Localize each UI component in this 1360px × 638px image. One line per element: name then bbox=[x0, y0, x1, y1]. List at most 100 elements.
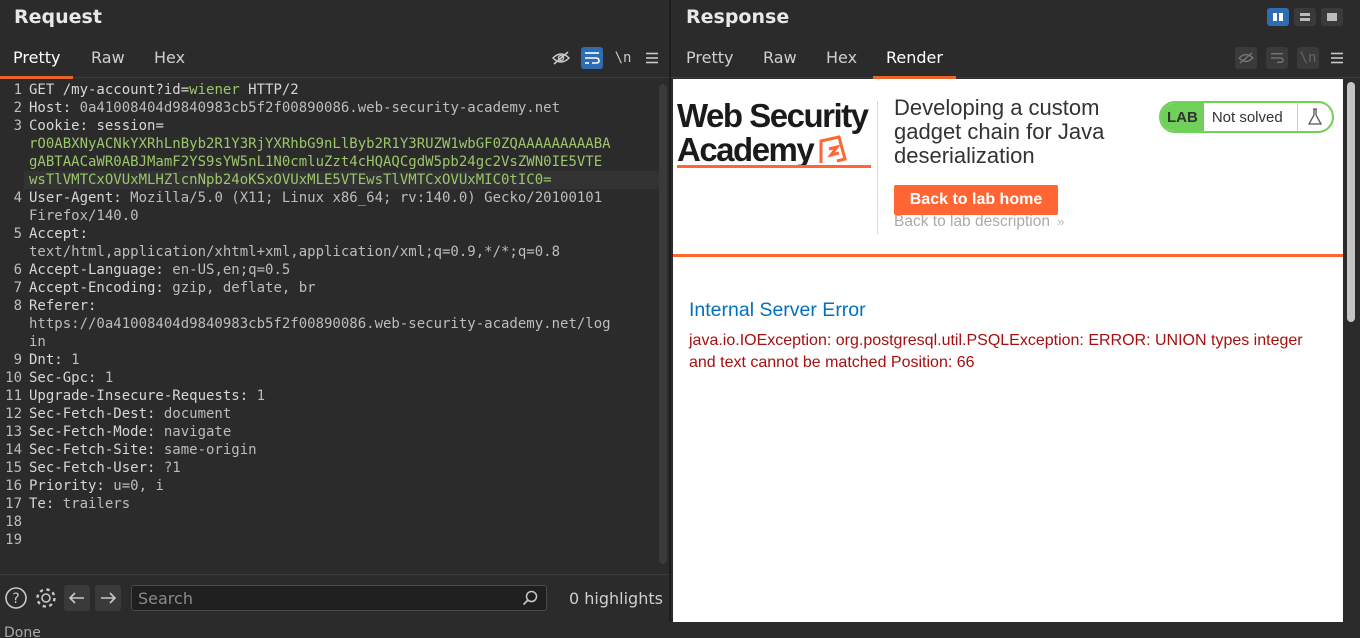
web-security-academy-logo[interactable]: Web Security Academy bbox=[677, 97, 871, 168]
single-view-icon[interactable] bbox=[1321, 8, 1343, 26]
code-token: 1 bbox=[256, 388, 266, 404]
code-line[interactable]: Host: 0a41008404d9840983cb5f2f00890086.w… bbox=[29, 99, 560, 117]
tab-render[interactable]: Render bbox=[873, 40, 956, 79]
search-input[interactable] bbox=[131, 585, 547, 611]
code-line[interactable]: text/html,application/xhtml+xml,applicat… bbox=[29, 243, 560, 261]
previous-arrow-icon[interactable] bbox=[64, 585, 90, 611]
code-token: = bbox=[180, 82, 190, 98]
code-token: Accept-Language: bbox=[29, 262, 173, 278]
code-line[interactable]: Upgrade-Insecure-Requests: 1 bbox=[29, 387, 265, 405]
wrap-lines-icon[interactable] bbox=[581, 47, 603, 69]
code-line[interactable]: Accept-Language: en-US,en;q=0.5 bbox=[29, 261, 290, 279]
code-token: Accept-Encoding: bbox=[29, 280, 173, 296]
line-number: 3 bbox=[13, 118, 22, 134]
hide-nonprintable-icon[interactable] bbox=[550, 47, 572, 69]
hide-nonprintable-icon[interactable] bbox=[1235, 47, 1257, 69]
code-line[interactable]: https://0a41008404d9840983cb5f2f00890086… bbox=[29, 315, 611, 333]
code-line[interactable]: Cookie: session= bbox=[29, 117, 164, 135]
wrap-lines-icon[interactable] bbox=[1266, 47, 1288, 69]
code-line[interactable]: Accept: bbox=[29, 225, 88, 243]
line-number: 1 bbox=[13, 82, 22, 98]
line-number: 19 bbox=[5, 532, 22, 548]
code-token: navigate bbox=[163, 424, 232, 440]
tab-pretty[interactable]: Pretty bbox=[0, 40, 74, 79]
logo-line-2: Academy bbox=[677, 131, 815, 168]
code-line[interactable]: Priority: u=0, i bbox=[29, 477, 164, 495]
code-line[interactable]: Referer: bbox=[29, 297, 96, 315]
tab-raw[interactable]: Raw bbox=[750, 40, 810, 78]
code-token: Accept: bbox=[29, 226, 89, 242]
academy-lightning-icon bbox=[819, 135, 848, 163]
code-line[interactable]: Firefox/140.0 bbox=[29, 207, 139, 225]
back-to-lab-home-button[interactable]: Back to lab home bbox=[894, 185, 1058, 215]
split-vertical-view-icon[interactable] bbox=[1294, 8, 1316, 26]
code-token: 0a41008404d9840983cb5f2f00890086.web-sec… bbox=[79, 100, 561, 116]
help-icon[interactable]: ? bbox=[3, 585, 29, 611]
tab-pretty[interactable]: Pretty bbox=[673, 40, 746, 78]
tab-hex[interactable]: Hex bbox=[141, 40, 198, 78]
rendered-response: Web Security Academy Developing a custom… bbox=[673, 79, 1343, 622]
code-line[interactable]: gABTAACaWR0ABJMamF2YS9sYW5nL1N0cmluZzt4c… bbox=[29, 153, 602, 171]
code-line[interactable]: Sec-Fetch-Mode: navigate bbox=[29, 423, 231, 441]
request-scrollbar[interactable] bbox=[659, 84, 667, 564]
line-number: 18 bbox=[5, 514, 22, 530]
code-token: Sec-Fetch-Dest: bbox=[29, 406, 164, 422]
newline-toggle[interactable]: \n bbox=[612, 47, 634, 69]
next-arrow-icon[interactable] bbox=[95, 585, 121, 611]
code-line[interactable]: GET /my-account?id=wiener HTTP/2 bbox=[29, 81, 299, 99]
newline-toggle[interactable]: \n bbox=[1297, 47, 1319, 69]
code-token: GET /my-account? bbox=[29, 82, 164, 98]
code-token: wiener bbox=[189, 82, 240, 98]
render-scrollbar[interactable] bbox=[1347, 82, 1355, 322]
code-token: trailers bbox=[62, 496, 131, 512]
code-token: Host: bbox=[29, 100, 80, 116]
code-token: Te: bbox=[29, 496, 63, 512]
back-to-lab-description-link[interactable]: Back to lab description » bbox=[894, 213, 1065, 231]
request-editor[interactable]: 1 GET /my-account?id=wiener HTTP/2 2 Host: … bbox=[0, 79, 669, 572]
flask-icon bbox=[1298, 103, 1332, 131]
code-token: session bbox=[96, 118, 156, 134]
svg-text:?: ? bbox=[12, 591, 19, 607]
menu-icon[interactable] bbox=[1326, 47, 1348, 69]
code-line[interactable]: Accept-Encoding: gzip, deflate, br bbox=[29, 279, 316, 297]
code-token: en-US,en;q=0.5 bbox=[172, 262, 291, 278]
code-line[interactable]: Dnt: 1 bbox=[29, 351, 80, 369]
error-title: Internal Server Error bbox=[689, 299, 866, 321]
code-token: Sec-Gpc: bbox=[29, 370, 105, 386]
code-line[interactable]: Sec-Fetch-User: ?1 bbox=[29, 459, 181, 477]
search-bar: ? 0 highlights bbox=[0, 574, 669, 622]
error-message: java.io.IOException: org.postgresql.util… bbox=[689, 332, 1303, 371]
code-token: Mozilla/5.0 (X11; Linux x86_64; rv:140.0… bbox=[130, 190, 603, 206]
menu-icon[interactable] bbox=[641, 47, 663, 69]
code-token: Dnt: bbox=[29, 352, 72, 368]
code-line[interactable]: Sec-Gpc: 1 bbox=[29, 369, 113, 387]
code-token: gABTAACaWR0ABJMamF2YS9sYW5nL1N0cmluZzt4c… bbox=[29, 154, 603, 170]
line-number: 11 bbox=[5, 388, 22, 404]
code-token: text/html,application/xhtml+xml,applicat… bbox=[29, 244, 561, 260]
status-text: Done bbox=[0, 622, 1360, 638]
code-line[interactable]: Sec-Fetch-Dest: document bbox=[29, 405, 231, 423]
double-chevron-right-icon: » bbox=[1057, 214, 1065, 229]
code-token: 1 bbox=[71, 352, 80, 368]
header-separator bbox=[877, 101, 878, 234]
line-number: 5 bbox=[13, 226, 22, 242]
lab-status-badge: LAB Not solved bbox=[1159, 101, 1334, 133]
code-line[interactable]: User-Agent: Mozilla/5.0 (X11; Linux x86_… bbox=[29, 189, 602, 207]
line-number: 9 bbox=[13, 352, 22, 368]
split-horizontal-view-icon[interactable] bbox=[1267, 8, 1289, 26]
line-number: 15 bbox=[5, 460, 22, 476]
tab-hex[interactable]: Hex bbox=[813, 40, 870, 78]
tab-raw[interactable]: Raw bbox=[78, 40, 138, 78]
code-token: wsTlVMTCxOVUxMLHZlcnNpb24oKSxOVUxMLE5VTE… bbox=[29, 172, 552, 188]
line-number: 8 bbox=[13, 298, 22, 314]
code-line[interactable]: wsTlVMTCxOVUxMLHZlcnNpb24oKSxOVUxMLE5VTE… bbox=[29, 171, 552, 189]
code-token: id bbox=[163, 82, 181, 98]
code-line[interactable]: in bbox=[29, 333, 46, 351]
lab-title: Developing a custom gadget chain for Jav… bbox=[894, 95, 1105, 168]
code-line[interactable]: rO0ABXNyACNkYXRhLnByb2R1Y3RjYXRhbG9nLlBy… bbox=[29, 135, 611, 153]
code-line[interactable]: Te: trailers bbox=[29, 495, 130, 513]
code-line[interactable]: Sec-Fetch-Site: same-origin bbox=[29, 441, 257, 459]
settings-gear-icon[interactable] bbox=[33, 585, 59, 611]
logo-line-1: Web Security bbox=[677, 97, 869, 134]
line-number: 13 bbox=[5, 424, 22, 440]
